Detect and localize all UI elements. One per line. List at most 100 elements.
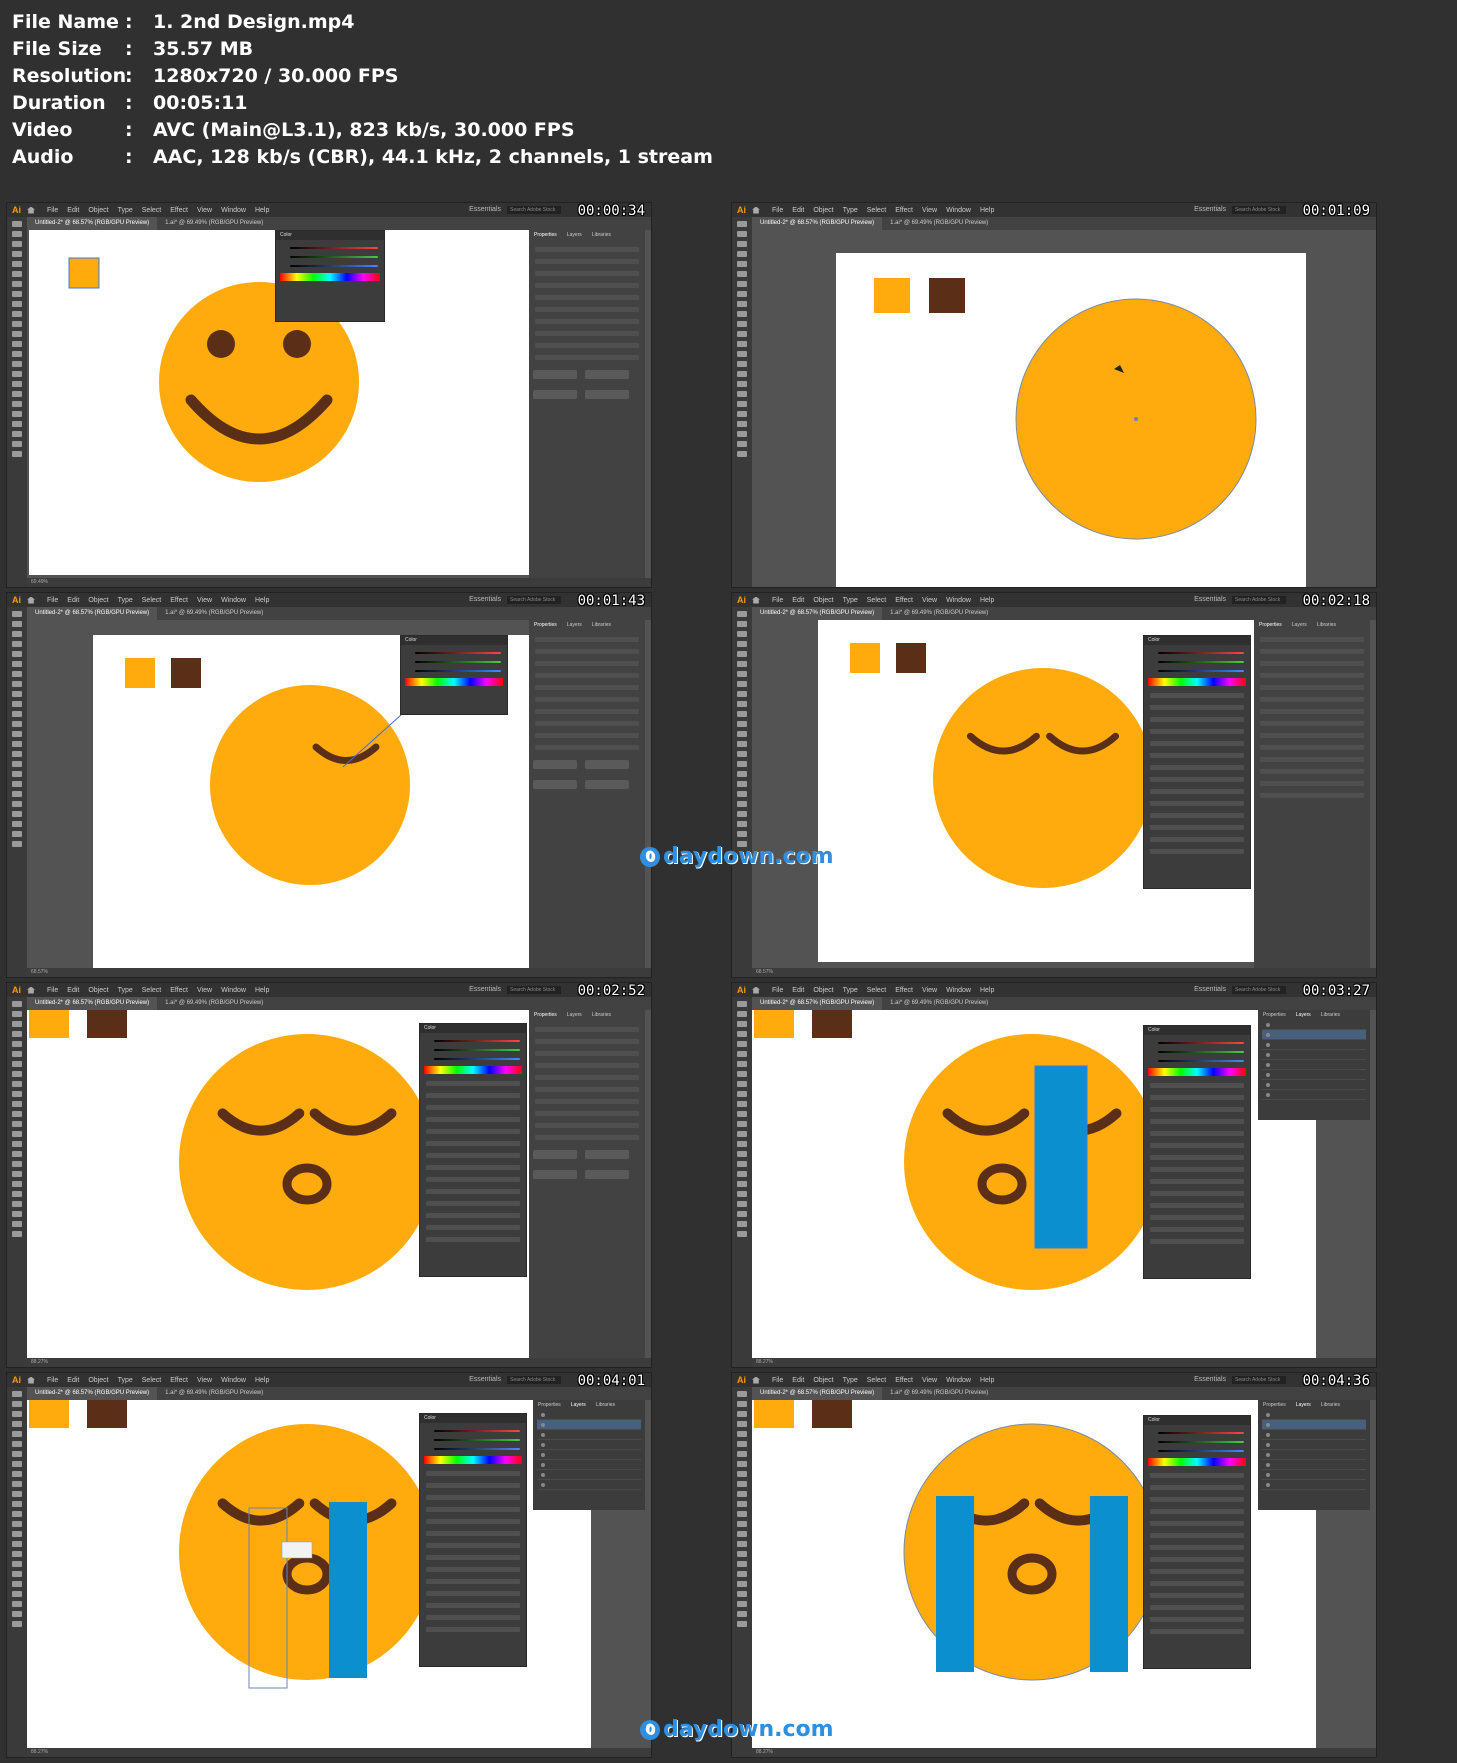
tool-icon[interactable] [737, 731, 747, 737]
menu-item[interactable]: Type [118, 1377, 133, 1384]
tool-icon[interactable] [12, 1541, 22, 1547]
properties-tab[interactable]: Layers [566, 1402, 591, 1408]
tool-icon[interactable] [737, 361, 747, 367]
quick-action-button[interactable] [533, 390, 577, 399]
property-row[interactable] [1260, 745, 1364, 750]
workspace-switcher[interactable]: Essentials [469, 206, 501, 213]
tool-icon[interactable] [12, 441, 22, 447]
workspace-switcher[interactable]: Essentials [1194, 206, 1226, 213]
color-slider[interactable] [1158, 661, 1244, 663]
property-row[interactable] [535, 1123, 639, 1128]
stroke-option[interactable] [1150, 1497, 1244, 1502]
properties-tab[interactable]: Properties [1254, 622, 1287, 628]
properties-tab[interactable]: Properties [529, 232, 562, 238]
layer-row[interactable] [537, 1410, 641, 1420]
tool-icon[interactable] [12, 391, 22, 397]
layer-row[interactable] [1262, 1030, 1366, 1040]
properties-tab[interactable]: Libraries [587, 232, 616, 238]
menu-item[interactable]: Type [843, 207, 858, 214]
search-input[interactable]: Search Adobe Stock [1232, 596, 1286, 604]
property-row[interactable] [1260, 637, 1364, 642]
menu-item[interactable]: Window [946, 207, 971, 214]
tool-icon[interactable] [737, 1431, 747, 1437]
workspace-switcher[interactable]: Essentials [1194, 1376, 1226, 1383]
tool-icon[interactable] [737, 351, 747, 357]
tool-icon[interactable] [737, 1591, 747, 1597]
tool-icon[interactable] [737, 1571, 747, 1577]
layer-row[interactable] [537, 1440, 641, 1450]
tool-icon[interactable] [12, 1041, 22, 1047]
menu-item[interactable]: View [197, 987, 212, 994]
stroke-option[interactable] [426, 1189, 520, 1194]
color-slider[interactable] [1158, 1060, 1244, 1062]
menu-item[interactable]: Edit [792, 207, 804, 214]
properties-tab[interactable]: Layers [562, 622, 587, 628]
tool-icon[interactable] [737, 1541, 747, 1547]
tool-icon[interactable] [12, 1211, 22, 1217]
tool-icon[interactable] [737, 321, 747, 327]
tool-icon[interactable] [737, 401, 747, 407]
tool-icon[interactable] [12, 1031, 22, 1037]
tool-icon[interactable] [12, 251, 22, 257]
tool-icon[interactable] [12, 231, 22, 237]
property-row[interactable] [535, 307, 639, 312]
tool-icon[interactable] [737, 1181, 747, 1187]
stroke-option[interactable] [426, 1165, 520, 1170]
color-slider[interactable] [290, 265, 378, 267]
tool-icon[interactable] [12, 1201, 22, 1207]
property-row[interactable] [535, 1039, 639, 1044]
menu-item[interactable]: Window [221, 987, 246, 994]
tool-icon[interactable] [737, 421, 747, 427]
color-slider[interactable] [434, 1058, 520, 1060]
workspace-switcher[interactable]: Essentials [1194, 596, 1226, 603]
tool-icon[interactable] [737, 1551, 747, 1557]
tool-icon[interactable] [737, 1201, 747, 1207]
property-row[interactable] [535, 673, 639, 678]
stroke-option[interactable] [426, 1225, 520, 1230]
layer-row[interactable] [537, 1450, 641, 1460]
search-input[interactable]: Search Adobe Stock [1232, 206, 1286, 214]
tool-icon[interactable] [12, 641, 22, 647]
home-icon[interactable] [27, 596, 35, 604]
tool-icon[interactable] [737, 1501, 747, 1507]
menu-item[interactable]: Help [255, 597, 269, 604]
tool-icon[interactable] [12, 651, 22, 657]
property-row[interactable] [535, 721, 639, 726]
stroke-option[interactable] [426, 1141, 520, 1146]
tool-icon[interactable] [12, 1111, 22, 1117]
document-tab[interactable]: Untitled-2* @ 68.57% (RGB/GPU Preview) [752, 1387, 883, 1400]
color-slider[interactable] [1158, 1042, 1244, 1044]
tool-icon[interactable] [737, 1151, 747, 1157]
stroke-option[interactable] [1150, 1083, 1244, 1088]
color-slider[interactable] [434, 1040, 520, 1042]
tool-icon[interactable] [12, 341, 22, 347]
menu-item[interactable]: Effect [895, 1377, 913, 1384]
menu-item[interactable]: Select [142, 597, 161, 604]
tool-icon[interactable] [737, 1041, 747, 1047]
tool-icon[interactable] [12, 1011, 22, 1017]
stroke-option[interactable] [1150, 1545, 1244, 1550]
menu-item[interactable]: Type [118, 597, 133, 604]
tool-icon[interactable] [12, 1061, 22, 1067]
panel-header[interactable]: Color [1144, 1026, 1250, 1035]
tool-icon[interactable] [737, 1581, 747, 1587]
quick-action-button[interactable] [533, 370, 577, 379]
quick-action-button[interactable] [533, 1170, 577, 1179]
tool-icon[interactable] [737, 1451, 747, 1457]
stroke-option[interactable] [426, 1579, 520, 1584]
layer-row[interactable] [537, 1420, 641, 1430]
tool-icon[interactable] [737, 341, 747, 347]
stroke-option[interactable] [1150, 1485, 1244, 1490]
tool-icon[interactable] [12, 361, 22, 367]
property-row[interactable] [535, 1111, 639, 1116]
stroke-option[interactable] [426, 1543, 520, 1548]
tool-icon[interactable] [737, 751, 747, 757]
tool-icon[interactable] [737, 1481, 747, 1487]
tool-icon[interactable] [12, 1101, 22, 1107]
stroke-option[interactable] [426, 1591, 520, 1596]
tool-icon[interactable] [12, 281, 22, 287]
property-row[interactable] [1260, 673, 1364, 678]
menu-item[interactable]: View [922, 1377, 937, 1384]
menu-item[interactable]: Effect [895, 987, 913, 994]
property-row[interactable] [535, 685, 639, 690]
